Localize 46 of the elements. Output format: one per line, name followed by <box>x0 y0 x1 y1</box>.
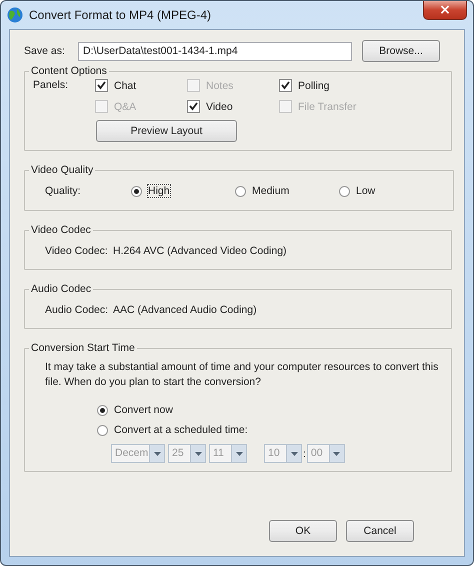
browse-button[interactable]: Browse... <box>362 40 440 62</box>
radio-button[interactable] <box>339 186 350 196</box>
close-button[interactable]: × <box>423 1 467 20</box>
audio-codec-value: AAC (Advanced Audio Coding) <box>113 304 257 316</box>
checkbox[interactable] <box>279 79 292 92</box>
checkbox[interactable] <box>95 79 108 92</box>
radio-label: Low <box>356 185 376 197</box>
checkbox[interactable] <box>187 100 200 113</box>
group-title: Video Quality <box>30 164 94 176</box>
video-codec-label: Video Codec: <box>45 245 109 257</box>
checkbox-label: Video <box>206 100 233 112</box>
radio-button[interactable] <box>235 186 246 196</box>
checkbox-label: Notes <box>206 80 234 92</box>
save-as-label: Save as: <box>24 45 66 57</box>
checkbox-label: Chat <box>114 80 136 92</box>
dialog-button[interactable]: OK <box>269 520 337 542</box>
file-path-field[interactable]: D:\UserData\test001-1434-1.mp4 <box>78 42 352 60</box>
preview-layout-button[interactable]: Preview Layout <box>96 120 237 142</box>
caret-icon <box>290 452 298 456</box>
checkbox-label: Polling <box>298 80 330 92</box>
checkbox-label: Q&A <box>114 100 136 112</box>
group-title: Audio Codec <box>30 283 92 295</box>
quality-label: Quality: <box>45 185 82 197</box>
radio-button[interactable] <box>97 424 108 436</box>
radio-button[interactable] <box>97 404 108 416</box>
dialog-button[interactable]: Cancel <box>346 520 414 542</box>
video-codec-value: H.264 AVC (Advanced Video Coding) <box>113 245 287 257</box>
group-title: Video Codec <box>30 224 92 236</box>
checkbox-label: File Transfer <box>298 100 356 112</box>
radio-label: High <box>148 185 170 197</box>
group-title: Conversion Start Time <box>30 342 136 354</box>
window-title: Convert Format to MP4 (MPEG-4) <box>29 8 212 22</box>
caret-icon <box>194 452 202 456</box>
radio-button[interactable] <box>131 186 142 196</box>
time-separator: : <box>303 448 306 460</box>
radio-label: Convert now <box>114 404 173 416</box>
caret-icon <box>154 452 160 456</box>
caret-icon <box>333 452 340 456</box>
group-title: Content Options <box>30 65 108 77</box>
radio-label: Medium <box>252 185 290 197</box>
audio-codec-label: Audio Codec: <box>45 304 110 316</box>
caret-icon <box>236 452 242 456</box>
radio-label: Convert at a scheduled time: <box>114 424 248 436</box>
globe-icon <box>7 7 23 23</box>
panels-label: Panels: <box>33 79 70 93</box>
conversion-message: It may take a substantial amount of time and your computer resources to convert this file. When do you plan to start the conversion? <box>45 360 440 390</box>
